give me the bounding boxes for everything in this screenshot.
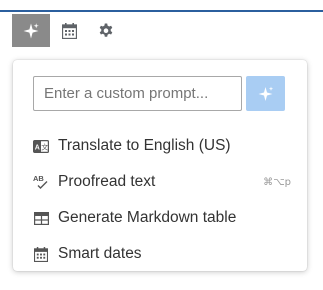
submit-prompt-button[interactable] [246,76,285,111]
table-icon [33,210,49,226]
top-border [0,10,323,12]
menu-item-proofread[interactable]: AB Proofread text ⌘⌥p [33,164,295,200]
ai-prompt-popover: A 文 Translate to English (US) AB Proofre… [13,60,307,271]
menu-item-markdown-table[interactable]: Generate Markdown table [33,200,295,236]
menu-item-label: Proofread text [58,173,156,190]
keyboard-shortcut: ⌘⌥p [263,176,291,188]
gear-icon [99,23,113,37]
sparkles-icon [23,22,39,38]
page: A 文 Translate to English (US) AB Proofre… [0,0,323,290]
toolbar [12,14,124,47]
ai-assistant-button[interactable] [12,14,50,47]
svg-text:文: 文 [41,142,48,151]
menu-item-label: Generate Markdown table [58,209,237,226]
settings-button[interactable] [88,14,124,47]
svg-text:A: A [35,144,40,151]
menu-item-smart-dates[interactable]: Smart dates [33,236,295,272]
prompt-row [33,76,285,111]
spellcheck-icon: AB [33,174,49,190]
custom-prompt-input[interactable] [33,76,242,111]
svg-text:AB: AB [33,174,44,183]
prompt-menu: A 文 Translate to English (US) AB Proofre… [33,128,295,272]
sparkles-icon [258,86,273,101]
translate-icon: A 文 [33,138,49,154]
calendar-icon [61,22,77,39]
menu-item-translate[interactable]: A 文 Translate to English (US) [33,128,295,164]
calendar-button[interactable] [50,14,88,47]
menu-item-label: Translate to English (US) [58,137,231,154]
calendar-icon [33,246,49,262]
menu-item-label: Smart dates [58,245,142,262]
